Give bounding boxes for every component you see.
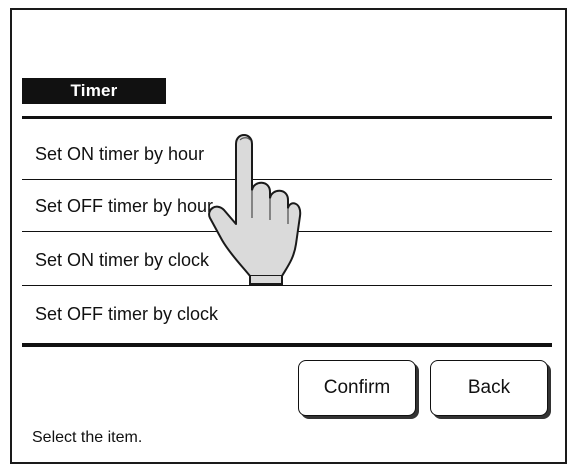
pointing-hand-icon [208, 134, 302, 285]
menu-item-set-off-timer-by-clock[interactable]: Set OFF timer by clock [22, 288, 552, 340]
menu-item-label: Set OFF timer by clock [35, 304, 219, 324]
menu-item-label: Set ON timer by clock [35, 250, 210, 270]
confirm-button[interactable]: Confirm [298, 360, 416, 416]
menu-title: Timer [22, 78, 166, 104]
status-message: Select the item. [32, 429, 143, 446]
bottom-divider [22, 343, 552, 347]
menu-item-label: Set OFF timer by hour [35, 196, 214, 216]
menu-item-label: Set ON timer by hour [35, 144, 205, 164]
top-divider [22, 116, 552, 119]
back-button[interactable]: Back [430, 360, 548, 416]
